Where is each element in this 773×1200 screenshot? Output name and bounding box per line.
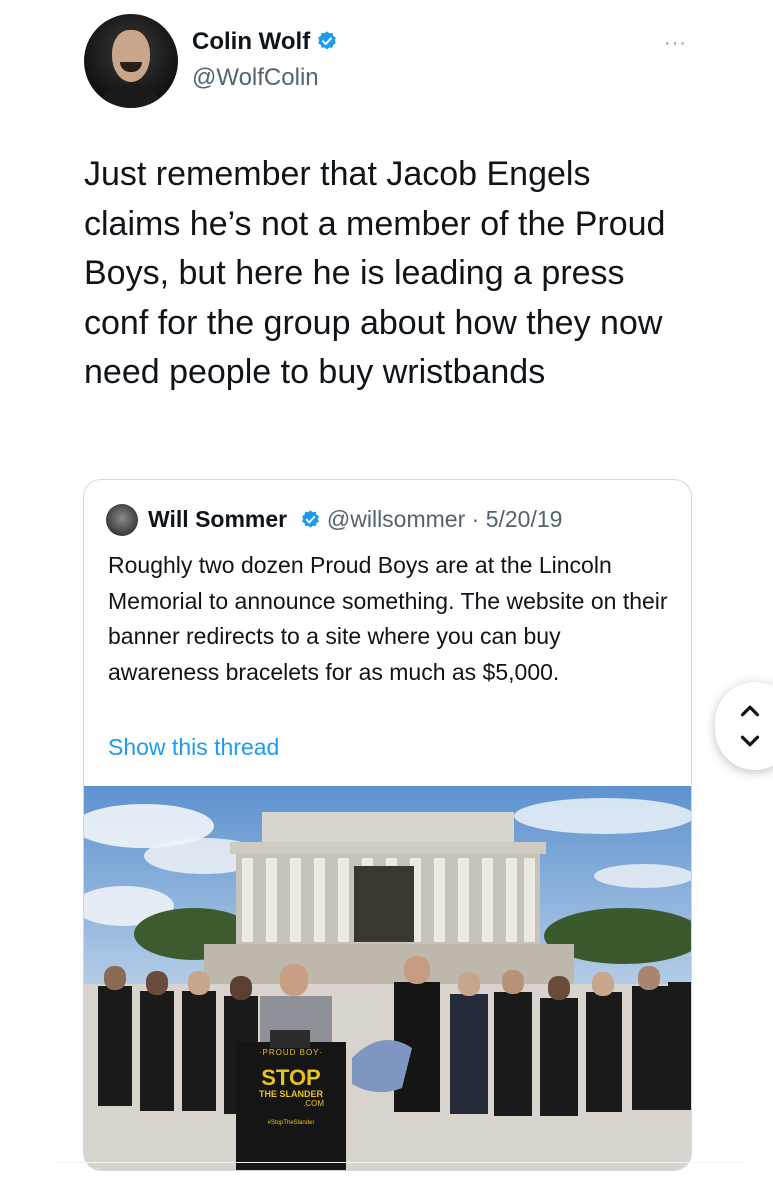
show-thread-link[interactable]: Show this thread — [108, 734, 279, 761]
quoted-tweet-header: Will Sommer @willsommer · 5/20/19 — [148, 506, 562, 536]
podium-small-text: ·PROUD BOY· — [258, 1048, 324, 1057]
more-icon[interactable]: ··· — [664, 32, 687, 55]
divider — [56, 1162, 746, 1163]
author-name[interactable]: Colin Wolf — [192, 28, 310, 55]
chevron-down-icon[interactable] — [735, 726, 765, 756]
lincoln-memorial-photo — [84, 786, 691, 1170]
podium-stop-text: STOP — [261, 1065, 321, 1090]
meta-separator: · — [465, 506, 486, 532]
author-avatar[interactable] — [84, 14, 178, 108]
quoted-tweet-date: 5/20/19 — [485, 506, 563, 532]
author-handle[interactable]: @WolfColin — [192, 64, 319, 92]
author-name-row[interactable]: Colin Wolf — [192, 28, 338, 59]
quoted-tweet-card[interactable]: Will Sommer @willsommer · 5/20/19 Roughl… — [83, 479, 692, 1171]
verified-badge-icon — [316, 30, 338, 59]
quoted-author-handle: @willsommer — [326, 506, 466, 532]
quoted-author-avatar — [106, 504, 138, 536]
podium-slander-text: THE SLANDER — [258, 1089, 323, 1099]
quoted-tweet-text: Roughly two dozen Proud Boys are at the … — [108, 552, 668, 685]
chevron-up-icon[interactable] — [735, 696, 765, 726]
quoted-tweet-photo[interactable]: ·PROUD BOY· STOP THE SLANDER .COM #StopT… — [84, 786, 691, 1170]
verified-badge-icon — [300, 509, 321, 536]
podium-banner: ·PROUD BOY· STOP THE SLANDER .COM #StopT… — [236, 1048, 346, 1126]
quoted-author-name: Will Sommer — [148, 506, 288, 532]
podium-com-text: .COM — [303, 1099, 324, 1108]
media-navigation[interactable] — [715, 682, 773, 770]
podium-hashtag-text: #StopTheSlander — [267, 1120, 315, 1126]
tweet-text: Just remember that Jacob Engels claims h… — [84, 155, 666, 391]
